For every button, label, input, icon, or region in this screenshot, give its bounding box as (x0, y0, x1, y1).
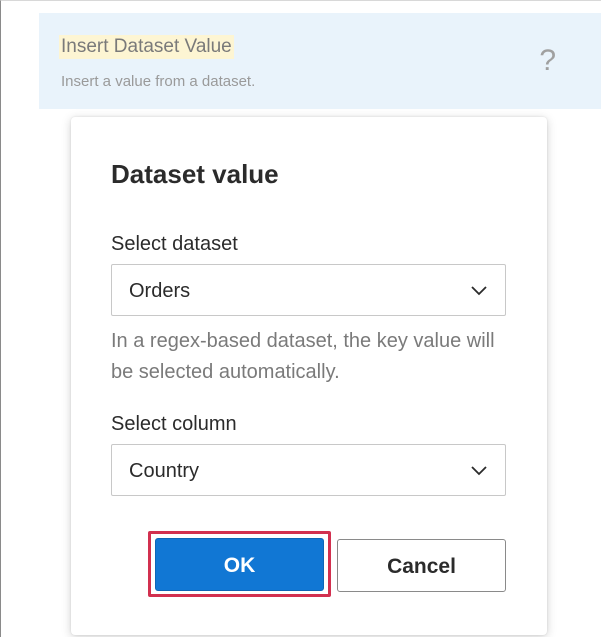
cancel-button[interactable]: Cancel (337, 539, 506, 592)
action-header-panel: Insert Dataset Value Insert a value from… (39, 13, 601, 109)
chevron-down-icon (471, 466, 487, 476)
action-title: Insert Dataset Value (59, 35, 234, 59)
column-select-value: Country (129, 460, 200, 482)
dialog-title: Dataset value (111, 159, 279, 189)
action-description: Insert a value from a dataset. (61, 73, 256, 90)
ok-button[interactable]: OK (155, 538, 324, 591)
dataset-helper-text: In a regex-based dataset, the key value … (111, 330, 495, 383)
dataset-value-dialog: Dataset value Select dataset Orders In a… (71, 117, 547, 635)
app-frame: Insert Dataset Value Insert a value from… (0, 0, 601, 637)
chevron-down-icon (471, 286, 487, 296)
select-column-label: Select column (111, 413, 237, 435)
dataset-select-value: Orders (129, 280, 191, 302)
column-select[interactable]: Country (111, 444, 506, 496)
dataset-select[interactable]: Orders (111, 264, 506, 316)
question-mark-icon[interactable]: ? (539, 45, 556, 77)
select-dataset-label: Select dataset (111, 233, 238, 255)
